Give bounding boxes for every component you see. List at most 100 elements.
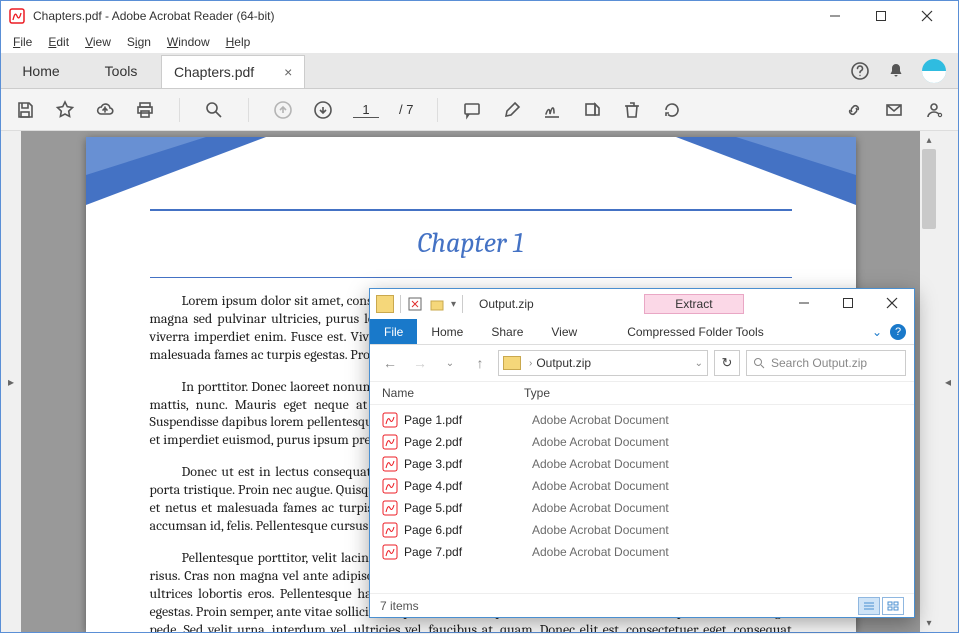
new-folder-icon[interactable] <box>429 296 445 312</box>
save-icon[interactable] <box>15 100 35 120</box>
zip-folder-icon <box>503 356 521 370</box>
menu-view[interactable]: View <box>77 33 119 51</box>
help-icon[interactable]: ? <box>890 324 906 340</box>
file-type: Adobe Acrobat Document <box>532 435 669 449</box>
left-panel-toggle[interactable]: ▸ <box>1 131 21 632</box>
chevron-right-icon[interactable]: › <box>529 358 532 369</box>
column-type[interactable]: Type <box>520 386 914 400</box>
file-row[interactable]: Page 1.pdfAdobe Acrobat Document <box>370 409 914 431</box>
file-name: Page 4.pdf <box>404 479 532 493</box>
pdf-icon <box>382 544 398 560</box>
search-box[interactable]: Search Output.zip <box>746 350 906 376</box>
forward-button[interactable]: → <box>408 351 432 375</box>
menu-file[interactable]: File <box>5 33 40 51</box>
file-row[interactable]: Page 2.pdfAdobe Acrobat Document <box>370 431 914 453</box>
breadcrumb[interactable]: Output.zip <box>536 356 591 370</box>
item-count: 7 items <box>380 599 419 613</box>
explorer-title: Output.zip <box>479 297 534 311</box>
scroll-thumb[interactable] <box>922 149 936 229</box>
file-row[interactable]: Page 6.pdfAdobe Acrobat Document <box>370 519 914 541</box>
ribbon-collapse-icon[interactable]: ⌄ <box>872 325 882 339</box>
tab-home[interactable]: Home <box>1 53 81 88</box>
ribbon-tab-file[interactable]: File <box>370 319 417 344</box>
pdf-icon <box>382 434 398 450</box>
separator <box>248 98 249 122</box>
window-buttons <box>812 1 950 31</box>
ribbon-tab-compressed[interactable]: Compressed Folder Tools <box>613 319 778 344</box>
star-icon[interactable] <box>55 100 75 120</box>
menu-window[interactable]: Window <box>159 33 218 51</box>
separator <box>179 98 180 122</box>
maximize-button[interactable] <box>858 1 904 31</box>
close-button[interactable] <box>870 289 914 317</box>
file-type: Adobe Acrobat Document <box>532 501 669 515</box>
scroll-up-icon[interactable]: ▴ <box>920 131 938 149</box>
toolbar: / 7 <box>1 89 958 131</box>
delete-icon[interactable] <box>622 100 642 120</box>
file-name: Page 6.pdf <box>404 523 532 537</box>
close-button[interactable] <box>904 1 950 31</box>
scroll-down-icon[interactable]: ▾ <box>920 614 938 632</box>
tab-close-icon[interactable]: × <box>284 64 292 80</box>
menu-help[interactable]: Help <box>218 33 259 51</box>
next-page-icon[interactable] <box>313 100 333 120</box>
separator <box>400 295 401 313</box>
menu-sign[interactable]: Sign <box>119 33 159 51</box>
back-button[interactable]: ← <box>378 351 402 375</box>
minimize-button[interactable] <box>812 1 858 31</box>
maximize-button[interactable] <box>826 289 870 317</box>
file-row[interactable]: Page 7.pdfAdobe Acrobat Document <box>370 541 914 563</box>
address-dropdown-icon[interactable]: ⌄ <box>695 358 703 369</box>
menu-edit[interactable]: Edit <box>40 33 77 51</box>
bell-icon[interactable] <box>886 61 906 81</box>
vertical-scrollbar[interactable]: ▴ ▾ <box>920 131 938 632</box>
tab-tools[interactable]: Tools <box>81 53 161 88</box>
file-row[interactable]: Page 5.pdfAdobe Acrobat Document <box>370 497 914 519</box>
comment-icon[interactable] <box>462 100 482 120</box>
view-icons-button[interactable] <box>882 597 904 615</box>
ribbon-tab-home[interactable]: Home <box>417 319 477 344</box>
file-name: Page 1.pdf <box>404 413 532 427</box>
rule <box>150 209 792 211</box>
zip-folder-icon <box>376 295 394 313</box>
status-bar: 7 items <box>370 593 914 617</box>
person-icon[interactable] <box>924 100 944 120</box>
view-details-button[interactable] <box>858 597 880 615</box>
file-list: Page 1.pdfAdobe Acrobat Document Page 2.… <box>370 405 914 567</box>
page-total: / 7 <box>399 102 413 117</box>
recent-dropdown-icon[interactable]: ⌄ <box>438 351 462 375</box>
stamp-icon[interactable] <box>582 100 602 120</box>
refresh-button[interactable]: ↻ <box>714 350 740 376</box>
print-icon[interactable] <box>135 100 155 120</box>
help-icon[interactable] <box>850 61 870 81</box>
pdf-icon <box>382 478 398 494</box>
chapter-title: Chapter 1 <box>150 227 792 259</box>
rule <box>150 277 792 279</box>
rotate-icon[interactable] <box>662 100 682 120</box>
context-tab-label[interactable]: Extract <box>644 294 743 314</box>
qat-dropdown-icon[interactable]: ▾ <box>451 299 456 310</box>
sign-icon[interactable] <box>542 100 562 120</box>
properties-icon[interactable] <box>407 296 423 312</box>
address-bar[interactable]: › Output.zip ⌄ <box>498 350 708 376</box>
file-row[interactable]: Page 4.pdfAdobe Acrobat Document <box>370 475 914 497</box>
link-icon[interactable] <box>844 100 864 120</box>
avatar[interactable] <box>922 59 946 83</box>
cloud-icon[interactable] <box>95 100 115 120</box>
search-icon <box>753 357 765 369</box>
up-button[interactable]: ↑ <box>468 351 492 375</box>
zoom-icon[interactable] <box>204 100 224 120</box>
highlight-icon[interactable] <box>502 100 522 120</box>
file-row[interactable]: Page 3.pdfAdobe Acrobat Document <box>370 453 914 475</box>
minimize-button[interactable] <box>782 289 826 317</box>
prev-page-icon[interactable] <box>273 100 293 120</box>
email-icon[interactable] <box>884 100 904 120</box>
page-number-input[interactable] <box>353 102 379 118</box>
column-name[interactable]: Name <box>370 386 520 400</box>
right-panel-toggle[interactable]: ◂ <box>938 131 958 632</box>
tab-document[interactable]: Chapters.pdf × <box>161 55 305 88</box>
pdf-icon <box>382 522 398 538</box>
ribbon-tab-view[interactable]: View <box>537 319 591 344</box>
pdf-icon <box>382 500 398 516</box>
ribbon-tab-share[interactable]: Share <box>477 319 537 344</box>
